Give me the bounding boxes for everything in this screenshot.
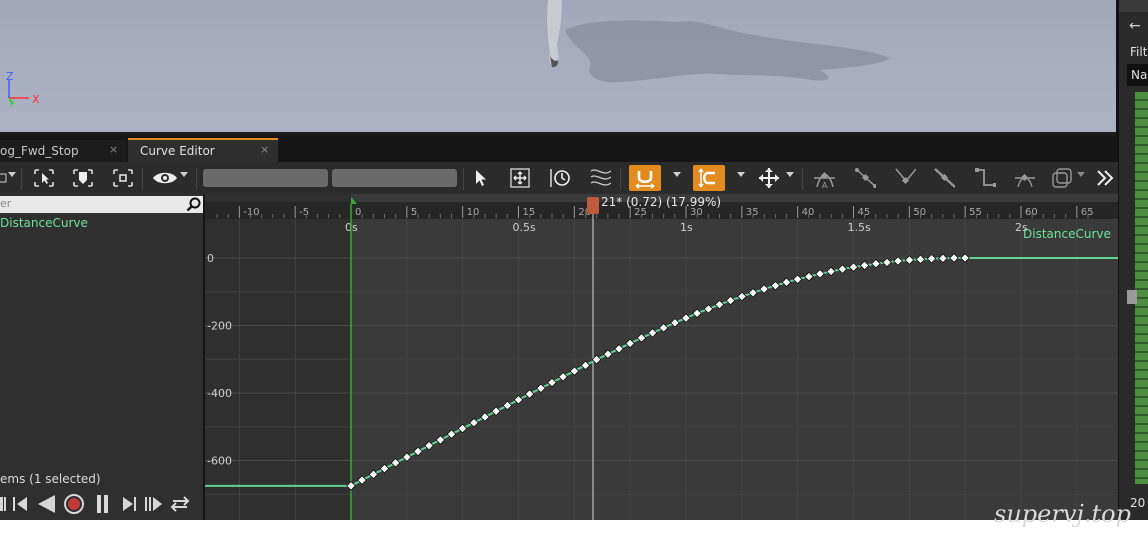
value-axis-label: 0: [207, 252, 214, 265]
curve-graph[interactable]: -10-505101520253035404550556065 0s0.5s1s…: [205, 194, 1118, 520]
frame-tick-label: 65: [1081, 207, 1094, 218]
curve-name-label: DistanceCurve: [1023, 227, 1111, 241]
auto-tangent-icon[interactable]: A: [813, 167, 835, 189]
tab-curve-editor[interactable]: Curve Editor ×: [128, 138, 278, 162]
chevron-down-icon[interactable]: [8, 172, 16, 177]
close-icon[interactable]: ×: [109, 143, 118, 156]
axis-z-label: Z: [6, 70, 14, 83]
constant-tangent-icon[interactable]: [974, 167, 996, 189]
transport-controls: [0, 492, 200, 516]
tab-bar: og_Fwd_Stop × Curve Editor ×: [0, 136, 1118, 162]
flatten-tangent-icon[interactable]: [1013, 167, 1035, 189]
user-tangent-icon[interactable]: [854, 167, 876, 189]
level-viewport[interactable]: Z X Y: [0, 0, 1116, 132]
tab-label: og_Fwd_Stop: [0, 144, 79, 158]
svg-text:A: A: [822, 181, 828, 189]
record-icon[interactable]: [64, 494, 84, 514]
frame-tick-label: 35: [746, 207, 759, 218]
search-icon[interactable]: [185, 196, 203, 213]
chevron-down-icon[interactable]: [673, 172, 681, 177]
chevron-down-icon[interactable]: [180, 172, 188, 177]
play-reverse-icon[interactable]: [38, 495, 55, 513]
time-value-field[interactable]: [203, 169, 328, 187]
details-panel: ← Filt Na 20: [1116, 0, 1148, 520]
move-icon[interactable]: [758, 167, 780, 189]
watermark: supervj.top: [994, 500, 1131, 528]
frame-tick-label: 10: [467, 207, 480, 218]
curve-editor-toolbar: A: [0, 162, 1118, 194]
curve-value-field[interactable]: [332, 169, 457, 187]
break-tangent-icon[interactable]: [894, 167, 916, 189]
frame-tick-label: 0: [355, 207, 361, 218]
filter-placeholder: er: [0, 197, 12, 210]
asset-list-strip[interactable]: [1135, 92, 1148, 484]
close-icon[interactable]: ×: [260, 143, 269, 156]
chevron-down-icon[interactable]: [786, 172, 794, 177]
selection-status: ems (1 selected): [0, 472, 101, 486]
curve-filter-input[interactable]: er: [0, 196, 203, 213]
loop-icon[interactable]: [170, 496, 190, 512]
multi-curve-tool-icon[interactable]: [589, 167, 611, 189]
separator: [21, 168, 22, 190]
value-axis-label: -600: [207, 455, 232, 468]
tab-anim-sequence[interactable]: og_Fwd_Stop ×: [0, 140, 126, 162]
name-label: Na: [1131, 68, 1148, 82]
time-label: 1.5s: [848, 221, 871, 234]
name-header[interactable]: Na: [1127, 64, 1148, 86]
curve-graph-canvas[interactable]: -10-505101520253035404550556065 0s0.5s1s…: [205, 194, 1118, 520]
axis-x-label: X: [32, 93, 40, 106]
frame-tick-label: -5: [299, 207, 309, 218]
back-arrow-icon[interactable]: ←: [1129, 18, 1141, 34]
cursor-select-icon[interactable]: [470, 167, 492, 189]
curve-settings-icon[interactable]: [1051, 167, 1073, 189]
frame-tick-label: 15: [523, 207, 536, 218]
value-axis-label: -400: [207, 387, 232, 400]
snap-time-icon[interactable]: [693, 165, 725, 191]
retime-tool-icon[interactable]: [549, 167, 571, 189]
separator: [620, 168, 621, 190]
viewport-scene: [8, 0, 890, 105]
item-count: 20: [1130, 496, 1146, 510]
curve-tree-item[interactable]: DistanceCurve: [0, 216, 88, 230]
playhead-handle[interactable]: [587, 197, 599, 214]
skip-to-start-icon[interactable]: [0, 497, 6, 511]
time-label: 1s: [680, 221, 693, 234]
axis-y-label: Y: [9, 100, 14, 109]
step-forward-icon[interactable]: [123, 497, 136, 511]
frame-tick-label: 40: [802, 207, 815, 218]
separator: [463, 168, 464, 190]
keyframe-select-icon[interactable]: [72, 167, 94, 189]
page-margin: [0, 520, 1148, 550]
frame-tick-label: 55: [969, 207, 982, 218]
chevron-down-icon[interactable]: [737, 172, 745, 177]
frame-tick-label: -10: [243, 207, 259, 218]
linear-tangent-icon[interactable]: [933, 167, 955, 189]
separator: [142, 168, 143, 190]
frame-tick-label: 60: [1025, 207, 1038, 218]
skip-to-end-icon[interactable]: [145, 497, 162, 511]
view-mode-icon[interactable]: [0, 167, 10, 189]
overflow-menu-icon[interactable]: [1094, 167, 1116, 189]
scrollbar-thumb[interactable]: [1127, 290, 1137, 304]
panel-header: [1119, 0, 1148, 12]
time-label: 0.5s: [513, 221, 536, 234]
transform-tool-icon[interactable]: [509, 167, 531, 189]
frame-tick-label: 5: [411, 207, 417, 218]
separator: [196, 168, 197, 190]
snap-value-icon[interactable]: [629, 165, 661, 191]
separator: [802, 168, 803, 190]
frame-tick-label: 50: [913, 207, 926, 218]
tab-label: Curve Editor: [140, 144, 215, 158]
filter-label: Filt: [1130, 45, 1148, 59]
value-axis-label: -200: [207, 320, 232, 333]
chevron-down-icon[interactable]: [1077, 172, 1085, 177]
playhead-readout: 21* (0.72) (17.99%): [601, 195, 722, 209]
pause-icon[interactable]: [97, 495, 108, 513]
select-all-icon[interactable]: [33, 167, 55, 189]
eye-icon[interactable]: [152, 167, 178, 189]
step-back-icon[interactable]: [13, 497, 27, 511]
frame-tick-label: 45: [858, 207, 871, 218]
frame-selection-icon[interactable]: [112, 167, 134, 189]
